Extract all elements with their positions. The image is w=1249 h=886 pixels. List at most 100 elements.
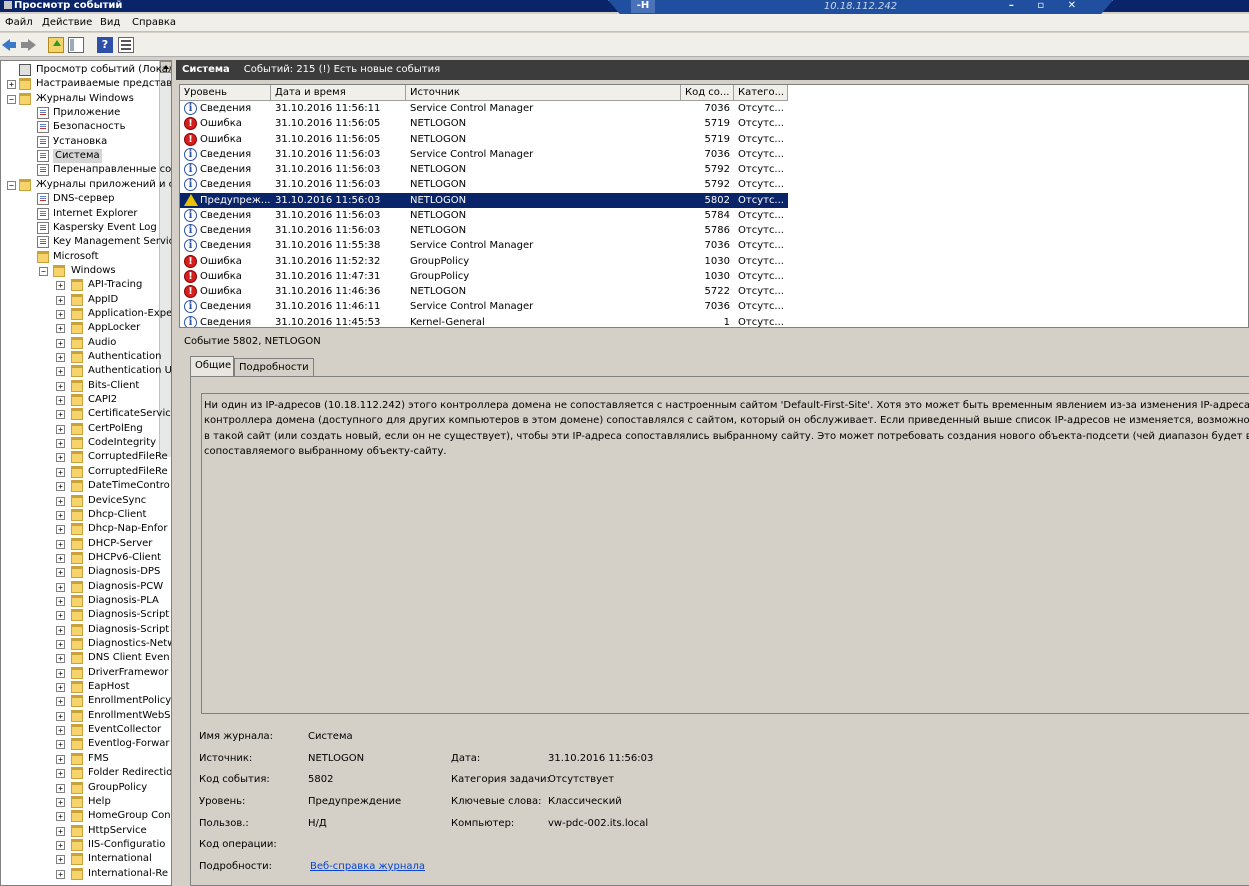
expand-plus-icon[interactable]: + xyxy=(56,683,65,693)
tree-item[interactable]: + HomeGroup Con xyxy=(1,809,171,823)
expand-plus-icon[interactable]: + xyxy=(56,783,65,793)
expand-plus-icon[interactable]: + xyxy=(56,826,65,836)
tree-item[interactable]: + EapHost xyxy=(1,680,159,694)
expand-plus-icon[interactable]: + xyxy=(56,596,65,606)
tree-item[interactable]: + IIS-Configuratio xyxy=(1,838,165,852)
expand-plus-icon[interactable]: + xyxy=(56,338,65,348)
tree-item[interactable]: DNS-сервер xyxy=(1,192,159,206)
tree-item[interactable]: + DeviceSync xyxy=(1,494,159,508)
tree-item[interactable]: + International-Re xyxy=(1,867,168,881)
tree-item[interactable]: − Windows xyxy=(1,264,159,278)
tree-item[interactable]: + DriverFramewor xyxy=(1,666,168,680)
tree-item[interactable]: + EventCollector xyxy=(1,723,161,737)
tab-general[interactable]: Общие xyxy=(190,356,234,376)
collapse-minus-icon[interactable]: − xyxy=(39,266,48,276)
tree-item[interactable]: + Audio xyxy=(1,336,159,350)
tree-item[interactable]: + CAPI2 xyxy=(1,393,159,407)
expand-plus-icon[interactable]: + xyxy=(56,726,65,736)
tree-item[interactable]: + EnrollmentWebS xyxy=(1,709,171,723)
tree-item[interactable]: Internet Explorer xyxy=(1,207,159,221)
tree-item[interactable]: + Diagnosis-PLA xyxy=(1,594,159,608)
column-header-level[interactable]: Уровень xyxy=(180,85,271,101)
tree-item[interactable]: + Authentication U xyxy=(1,364,171,378)
expand-plus-icon[interactable]: + xyxy=(56,396,65,406)
tree-item[interactable]: + AppLocker xyxy=(1,321,159,335)
expand-plus-icon[interactable]: + xyxy=(56,582,65,592)
expand-plus-icon[interactable]: + xyxy=(56,496,65,506)
event-row[interactable]: Предупреж... 31.10.2016 11:56:03 NETLOGON 5… xyxy=(180,192,788,208)
tree-item[interactable]: Key Management Servic xyxy=(1,235,171,249)
expand-plus-icon[interactable]: + xyxy=(56,855,65,865)
expand-plus-icon[interactable]: + xyxy=(56,324,65,334)
expand-plus-icon[interactable]: + xyxy=(56,711,65,721)
tree-item[interactable]: + Application-Expe xyxy=(1,307,171,321)
event-row[interactable]: Сведения 31.10.2016 11:55:38 Service Contr… xyxy=(180,238,788,253)
tree-item[interactable]: + CertPolEng xyxy=(1,422,159,436)
tree-item[interactable]: + DHCP-Server xyxy=(1,537,159,551)
event-row[interactable]: Ошибка 31.10.2016 11:56:05 NETLOGON 5719 Отс… xyxy=(180,132,788,147)
expand-plus-icon[interactable]: + xyxy=(56,539,65,549)
tree-item[interactable]: + International xyxy=(1,852,159,866)
expand-plus-icon[interactable]: + xyxy=(56,281,65,291)
tree-scrollbar[interactable] xyxy=(159,61,171,457)
tree-item[interactable]: + EnrollmentPolicy xyxy=(1,694,171,708)
column-header-event-id[interactable]: Код со... xyxy=(681,85,734,101)
event-row[interactable]: Ошибка 31.10.2016 11:52:32 GroupPolicy 1030… xyxy=(180,254,788,269)
tree-item[interactable]: + Folder Redirectio xyxy=(1,766,171,780)
expand-plus-icon[interactable]: + xyxy=(56,625,65,635)
expand-plus-icon[interactable]: + xyxy=(56,295,65,305)
rdp-window-controls[interactable]: – ▫ ✕ xyxy=(1009,0,1086,11)
tree-item[interactable]: + CorruptedFileRe xyxy=(1,450,168,464)
column-header-source[interactable]: Источник xyxy=(406,85,681,101)
expand-plus-icon[interactable]: + xyxy=(56,453,65,463)
tree-item[interactable]: + CorruptedFileRe xyxy=(1,465,168,479)
expand-plus-icon[interactable]: + xyxy=(56,812,65,822)
event-log-online-help-link[interactable]: Веб-справка журнала xyxy=(310,861,425,872)
expand-plus-icon[interactable]: + xyxy=(56,668,65,678)
expand-plus-icon[interactable]: + xyxy=(56,797,65,807)
pane-splitter[interactable] xyxy=(176,328,1249,333)
menu-view[interactable]: Вид xyxy=(100,17,120,28)
tree-item[interactable]: + Diagnosis-DPS xyxy=(1,565,160,579)
tree-item[interactable]: + Eventlog-Forwar xyxy=(1,737,170,751)
tree-item[interactable]: + FMS xyxy=(1,752,159,766)
expand-plus-icon[interactable]: + xyxy=(56,869,65,879)
back-icon[interactable] xyxy=(2,37,18,53)
forward-icon[interactable] xyxy=(20,37,36,53)
column-header-date[interactable]: Дата и время xyxy=(271,85,406,101)
tree-item[interactable]: + Dhcp-Client xyxy=(1,508,159,522)
up-folder-icon[interactable] xyxy=(48,37,64,53)
event-row[interactable]: Сведения 31.10.2016 11:56:03 NETLOGON 5792 О… xyxy=(180,162,788,177)
tree-item[interactable]: + AppID xyxy=(1,293,159,307)
show-hide-tree-icon[interactable] xyxy=(68,37,84,53)
tree-item[interactable]: Просмотр событий (Локальны xyxy=(1,63,171,77)
expand-plus-icon[interactable]: + xyxy=(56,353,65,362)
tree-item[interactable]: + Diagnosis-Script xyxy=(1,623,169,637)
event-row[interactable]: Сведения 31.10.2016 11:56:03 NETLOGON 5784 О… xyxy=(180,208,788,223)
tree-item[interactable]: + GroupPolicy xyxy=(1,781,159,795)
tree-item[interactable]: + CodeIntegrity xyxy=(1,436,159,450)
tree-item[interactable]: + Dhcp-Nap-Enfor xyxy=(1,522,167,536)
expand-plus-icon[interactable]: + xyxy=(56,381,65,391)
tab-details[interactable]: Подробности xyxy=(234,358,314,376)
expand-plus-icon[interactable]: + xyxy=(56,439,65,449)
tree-item[interactable]: + API-Tracing xyxy=(1,278,159,292)
expand-plus-icon[interactable]: + xyxy=(56,482,65,492)
expand-plus-icon[interactable]: + xyxy=(56,309,65,319)
collapse-minus-icon[interactable]: − xyxy=(7,180,16,190)
event-row[interactable]: Ошибка 31.10.2016 11:56:05 NETLOGON 5719 Отс… xyxy=(180,116,788,131)
tree-item[interactable]: + CertificateServic xyxy=(1,407,171,421)
tree-item[interactable]: + DNS Client Even xyxy=(1,651,170,665)
expand-plus-icon[interactable]: + xyxy=(56,769,65,779)
expand-plus-icon[interactable]: + xyxy=(56,568,65,578)
tree-item[interactable]: − Журналы Windows xyxy=(1,92,159,106)
expand-plus-icon[interactable]: + xyxy=(56,553,65,563)
help-icon[interactable]: ? xyxy=(97,37,113,53)
event-row[interactable]: Сведения 31.10.2016 11:56:03 NETLOGON 5792 О… xyxy=(180,177,788,192)
expand-plus-icon[interactable]: + xyxy=(56,654,65,664)
collapse-minus-icon[interactable]: − xyxy=(7,94,16,104)
properties-icon[interactable] xyxy=(118,37,134,53)
event-row[interactable]: Ошибка 31.10.2016 11:47:31 GroupPolicy 1030… xyxy=(180,269,788,284)
tree-item[interactable]: Приложение xyxy=(1,106,159,120)
event-row[interactable]: Сведения 31.10.2016 11:56:03 Service Contr… xyxy=(180,147,788,162)
